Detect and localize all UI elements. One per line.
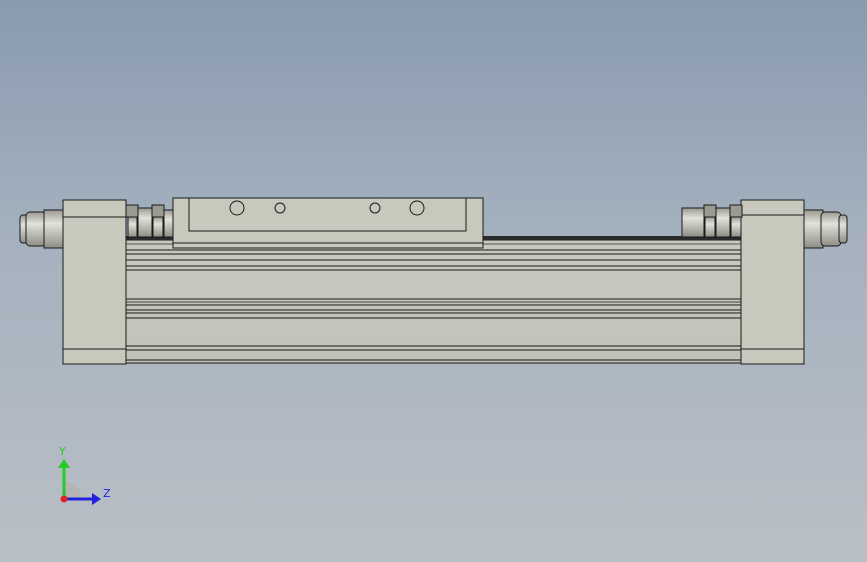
linear-actuator-model[interactable] [19,197,848,365]
right-end-cap[interactable] [740,199,805,365]
carriage-mount-hole [409,200,425,216]
left-end-connector[interactable] [19,209,65,249]
carriage-mount-hole [369,202,381,214]
cad-graphics-viewport[interactable]: Y Z [0,0,867,562]
y-axis-label: Y [58,445,66,458]
x-axis-origin-icon [60,495,68,503]
y-axis-arrowhead-icon [58,459,70,468]
actuator-body-profile[interactable] [123,236,743,364]
orientation-triad: Y Z [58,445,111,505]
carriage-mount-hole [229,200,245,216]
right-end-connector[interactable] [802,209,848,249]
carriage-mount-hole [274,202,286,214]
left-stopper-bolt[interactable] [125,204,175,238]
left-end-cap[interactable] [62,199,127,365]
z-axis-arrowhead-icon [92,493,101,505]
slider-carriage[interactable] [172,197,484,249]
right-stopper-bolt[interactable] [681,204,743,238]
z-axis-label: Z [103,487,111,500]
model-canvas[interactable]: Y Z [0,0,867,562]
